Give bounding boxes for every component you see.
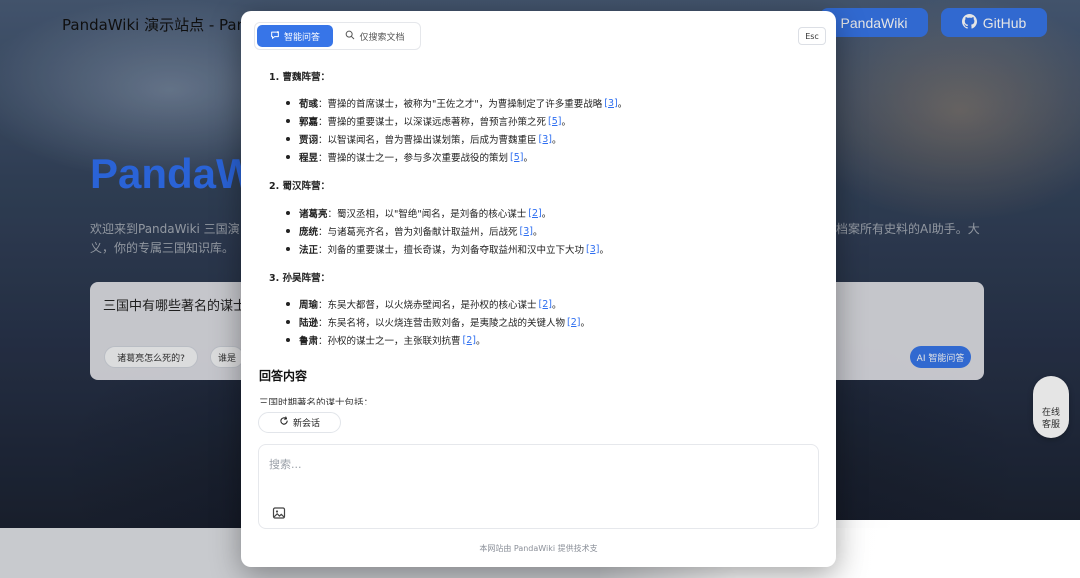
advisor-name: 庞统 (299, 227, 319, 238)
powered-by-note: 本网站由 PandaWiki 提供技术支 (479, 544, 598, 553)
advisor-name: 荀彧 (299, 99, 319, 110)
bullet-dot (286, 211, 290, 215)
advisor-name: 陆逊 (299, 318, 319, 329)
chat-sparkle-icon (270, 30, 280, 43)
answer-content[interactable]: 1. 曹魏阵营： 荀彧 ：曹操的首席谋士，被称为"王佐之才"，为曹操制定了许多重… (259, 61, 819, 405)
tab-search-docs[interactable]: 仅搜索文档 (333, 25, 417, 47)
list-item: 程昱 ：曹操的谋士之一，参与多次重要战役的策划 [5] 。 (286, 150, 533, 164)
list-item: 鲁肃 ：孙权的谋士之一，主张联刘抗曹 [2] 。 (286, 333, 486, 347)
bullet-dot (286, 247, 290, 251)
list-item: 法正 ：刘备的重要谋士，擅长奇谋，为刘备夺取益州和汉中立下大功 [3] 。 (286, 242, 609, 256)
item-end: 。 (599, 245, 610, 256)
section-heading: 1. 曹魏阵营： (269, 72, 331, 83)
list-item: 荀彧 ：曹操的首席谋士，被称为"王佐之才"，为曹操制定了许多重要战略 [3] 。 (286, 96, 627, 110)
item-end: 。 (533, 227, 543, 238)
citation-link[interactable]: [3] (604, 98, 617, 109)
citation-link[interactable]: [5] (510, 152, 523, 163)
search-input[interactable] (269, 455, 799, 473)
tab-search-docs-label: 仅搜索文档 (359, 32, 405, 43)
answer-text: 三国时期著名的谋士包括： (259, 398, 374, 405)
list-item: 诸葛亮 ：蜀汉丞相，以"智绝"闻名，是刘备的核心谋士 [2] 。 (286, 206, 551, 220)
citation-link[interactable]: [3] (520, 226, 533, 237)
item-end: 。 (552, 135, 562, 146)
section-heading: 2. 蜀汉阵营： (269, 181, 331, 192)
advisor-name: 周瑜 (299, 300, 319, 311)
advisor-name: 鲁肃 (299, 336, 319, 347)
esc-close-button[interactable]: Esc (798, 27, 826, 45)
new-chat-button[interactable]: 新会话 (258, 412, 341, 433)
item-end: 。 (541, 209, 552, 220)
search-icon (345, 30, 355, 43)
bullet-dot (286, 101, 290, 105)
bullet-dot (286, 155, 290, 159)
item-end: 。 (523, 153, 534, 164)
advisor-name: 诸葛亮 (299, 209, 328, 220)
advisor-desc: ：以智谋闻名，曾为曹操出谋划策，后成为曹魏重臣 (318, 135, 537, 146)
list-item: 周瑜 ：东吴大都督，以火烧赤壁闻名，是孙权的核心谋士 [2] 。 (286, 297, 562, 311)
advisor-desc: ：东吴名将，以火烧连营击败刘备，是夷陵之战的关键人物 (318, 318, 566, 329)
bullet-dot (286, 119, 290, 123)
advisor-desc: ：曹操的谋士之一，参与多次重要战役的策划 (318, 153, 509, 164)
advisor-name: 程昱 (299, 153, 319, 164)
advisor-name: 郭嘉 (299, 117, 319, 128)
list-item: 陆逊 ：东吴名将，以火烧连营击败刘备，是夷陵之战的关键人物 [2] 。 (286, 315, 590, 329)
advisor-desc: ：孙权的谋士之一，主张联刘抗曹 (318, 336, 461, 347)
chat-input-box (258, 444, 819, 529)
advisor-desc: ：与诸葛亮齐名，曾为刘备献计取益州，后战死 (318, 227, 518, 238)
new-chat-label: 新会话 (292, 419, 320, 429)
citation-link[interactable]: [2] (463, 335, 476, 346)
item-end: 。 (580, 318, 591, 329)
advisor-name: 贾诩 (299, 135, 319, 146)
image-upload-icon[interactable] (272, 505, 286, 519)
citation-link[interactable]: [3] (586, 244, 599, 255)
mode-tabs: 智能问答 仅搜索文档 (254, 22, 421, 50)
item-end: 。 (561, 117, 572, 128)
list-item: 庞统 ：与诸葛亮齐名，曾为刘备献计取益州，后战死 [3] 。 (286, 224, 543, 238)
bullet-dot (286, 302, 290, 306)
list-item: 贾诩 ：以智谋闻名，曾为曹操出谋划策，后成为曹魏重臣 [3] 。 (286, 132, 562, 146)
item-end: 。 (617, 99, 628, 110)
tab-smart-qa-label: 智能问答 (283, 32, 320, 43)
tab-smart-qa[interactable]: 智能问答 (257, 25, 333, 47)
advisor-desc: ：蜀汉丞相，以"智绝"闻名，是刘备的核心谋士 (327, 209, 527, 220)
citation-link[interactable]: [2] (567, 317, 580, 328)
item-end: 。 (476, 336, 486, 347)
advisor-desc: ：曹操的重要谋士，以深谋远虑著称，曾预言孙策之死 (318, 117, 547, 128)
bullet-dot (286, 229, 290, 233)
answer-heading: 回答内容 (259, 369, 308, 383)
advisor-desc: ：曹操的首席谋士，被称为"王佐之才"，为曹操制定了许多重要战略 (318, 99, 603, 110)
advisor-name: 法正 (299, 245, 319, 256)
section-heading: 3. 孙吴阵营： (269, 273, 331, 284)
citation-link[interactable]: [2] (528, 208, 541, 219)
list-item: 郭嘉 ：曹操的重要谋士，以深谋远虑著称，曾预言孙策之死 [5] 。 (286, 114, 571, 128)
advisor-desc: ：刘备的重要谋士，擅长奇谋，为刘备夺取益州和汉中立下大功 (318, 245, 585, 256)
citation-link[interactable]: [5] (548, 116, 561, 127)
bullet-dot (286, 137, 290, 141)
search-modal: 智能问答 仅搜索文档 Esc 1. 曹魏阵营： 荀彧 ：曹操的首席谋士，被称为"… (241, 11, 836, 567)
item-end: 。 (552, 300, 562, 311)
citation-link[interactable]: [2] (539, 299, 552, 310)
citation-link[interactable]: [3] (539, 134, 552, 145)
bullet-dot (286, 338, 290, 342)
refresh-icon (279, 416, 289, 429)
bullet-dot (286, 320, 290, 324)
advisor-desc: ：东吴大都督，以火烧赤壁闻名，是孙权的核心谋士 (318, 300, 537, 311)
